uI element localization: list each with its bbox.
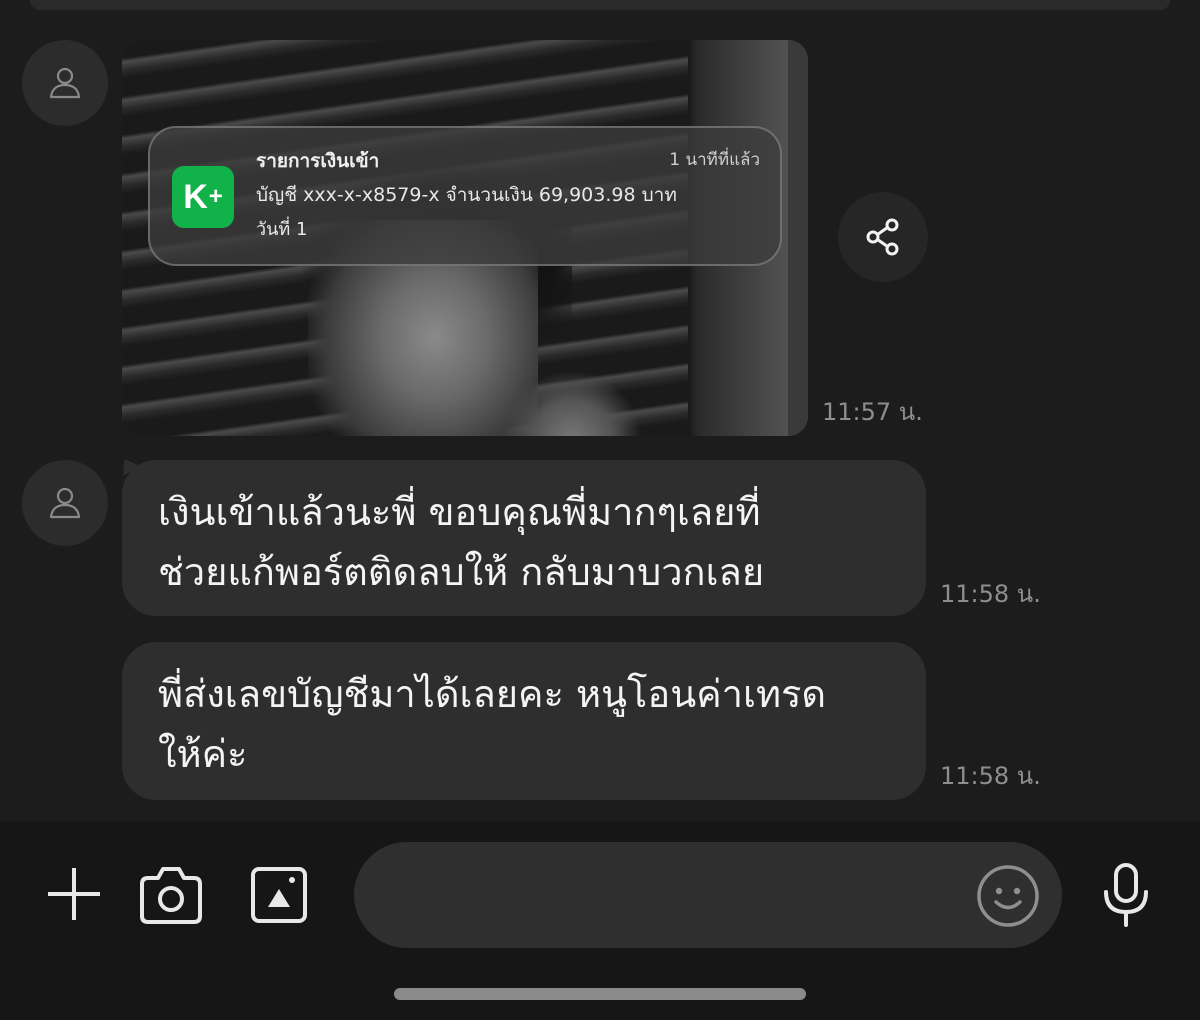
image-message[interactable]: K + รายการเงินเข้า 1 นาทีที่แล้ว บัญชี xx…: [122, 40, 808, 436]
notification-time: 1 นาทีที่แล้ว: [669, 150, 760, 170]
image-icon: [251, 867, 307, 923]
gallery-button[interactable]: [248, 864, 310, 926]
message-timestamp: 11:58 น.: [940, 762, 1041, 790]
camera-icon: [140, 867, 202, 924]
share-button[interactable]: [838, 192, 928, 282]
bank-notification-card: K + รายการเงินเข้า 1 นาทีที่แล้ว บัญชี xx…: [148, 126, 782, 266]
kplus-app-icon: K +: [172, 166, 234, 228]
notification-date-line: วันที่ 1: [256, 219, 308, 240]
chat-bubble[interactable]: เงินเข้าแล้วนะพี่ ขอบคุณพี่มากๆเลยที่ ช่…: [122, 460, 926, 616]
photo-person-shoulder: [502, 370, 642, 436]
message-text-line: เงินเข้าแล้วนะพี่ ขอบคุณพี่มากๆเลยที่: [158, 490, 761, 534]
emoji-icon: [977, 865, 1039, 927]
message-input[interactable]: [354, 842, 1062, 948]
plus-icon: [48, 868, 100, 920]
share-icon: [866, 218, 899, 256]
mic-icon: [1104, 863, 1148, 927]
message-text-line: พี่ส่งเลขบัญชีมาได้เลยคะ หนูโอนค่าเทรด: [158, 672, 827, 716]
previous-message-edge: [30, 0, 1170, 10]
message-timestamp: 11:58 น.: [940, 580, 1041, 608]
person-icon: [49, 67, 81, 99]
voice-button[interactable]: [1098, 862, 1154, 928]
sender-avatar[interactable]: [22, 460, 108, 546]
sender-avatar[interactable]: [22, 40, 108, 126]
person-icon: [49, 487, 81, 519]
emoji-button[interactable]: [976, 864, 1040, 928]
notification-title: รายการเงินเข้า: [256, 150, 380, 172]
message-text-line: ช่วยแก้พอร์ตติดลบให้ กลับมาบวกเลย: [158, 550, 765, 594]
message-text-line: ให้ค่ะ: [158, 732, 248, 776]
chat-bubble[interactable]: พี่ส่งเลขบัญชีมาได้เลยคะ หนูโอนค่าเทรด ใ…: [122, 642, 926, 800]
camera-button[interactable]: [138, 862, 204, 926]
notification-account-line: บัญชี xxx-x-x8579-x จำนวนเงิน 69,903.98 …: [256, 184, 677, 206]
add-button[interactable]: [42, 862, 106, 926]
message-timestamp: 11:57 น.: [822, 398, 923, 426]
home-indicator[interactable]: [394, 988, 806, 1000]
